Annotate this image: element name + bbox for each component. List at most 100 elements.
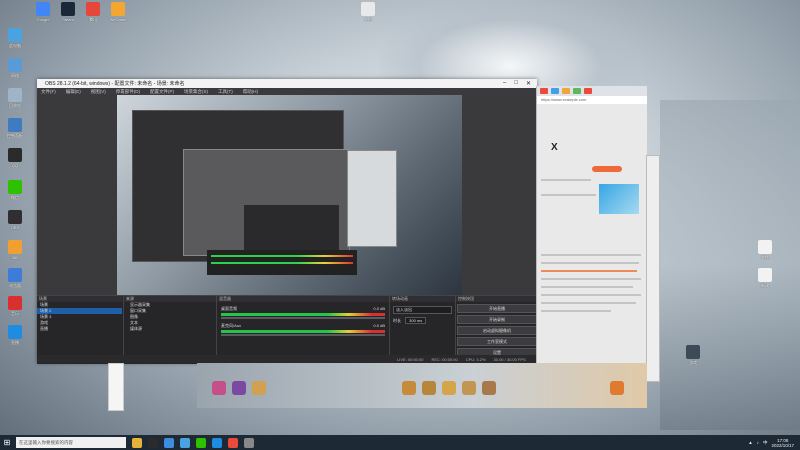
- windows-start-icon[interactable]: ⊞: [0, 435, 14, 450]
- maximize-icon[interactable]: □: [514, 80, 518, 87]
- close-icon[interactable]: ✕: [526, 80, 531, 87]
- app-taskbar-icon[interactable]: [244, 437, 254, 448]
- desktop-icon[interactable]: 控制面板: [2, 118, 28, 138]
- browser-taskbar-icon[interactable]: [164, 437, 174, 448]
- game-icon[interactable]: [482, 381, 496, 395]
- wechat-taskbar-icon[interactable]: [196, 437, 206, 448]
- menu-tools[interactable]: 工具(T): [218, 89, 233, 95]
- orange-button[interactable]: [592, 166, 622, 172]
- game-icon[interactable]: [402, 381, 416, 395]
- menu-edit[interactable]: 编辑(E): [66, 89, 81, 95]
- game-icon[interactable]: [442, 381, 456, 395]
- browser-window[interactable]: https://www.example.com X: [536, 86, 647, 408]
- game-icon[interactable]: [422, 381, 436, 395]
- desktop-icon[interactable]: 新建: [752, 268, 778, 288]
- desktop-icon-label: 浏览器: [9, 283, 21, 288]
- desktop-icon[interactable]: 游戏: [680, 345, 706, 365]
- game-icon[interactable]: [462, 381, 476, 395]
- browser-tab[interactable]: [551, 88, 559, 94]
- browser-tab[interactable]: [540, 88, 548, 94]
- menu-scene-collection[interactable]: 场景集合(S): [184, 89, 208, 95]
- volume-slider[interactable]: [221, 317, 385, 319]
- nested-preview: [183, 149, 350, 265]
- desktop-icon-label: 控制面板: [7, 133, 23, 138]
- start-recording-button[interactable]: 开始录制: [457, 315, 537, 324]
- duration-label: 时长: [393, 318, 401, 323]
- side-window[interactable]: [646, 155, 660, 382]
- desktop-icon[interactable]: OBS: [2, 210, 28, 230]
- text-line: [541, 270, 637, 272]
- game-icon[interactable]: [212, 381, 226, 395]
- desktop-icon[interactable]: 文档: [355, 2, 381, 22]
- app-taskbar-icon[interactable]: [212, 437, 222, 448]
- desktop-icon[interactable]: 文件: [752, 240, 778, 260]
- start-streaming-button[interactable]: 开始直播: [457, 304, 537, 313]
- volume-slider[interactable]: [221, 334, 385, 336]
- app-icon: [8, 28, 22, 42]
- desktop-icon[interactable]: WeGame: [105, 2, 131, 22]
- network-icon[interactable]: ▲: [748, 440, 752, 445]
- browser-tab[interactable]: [573, 88, 581, 94]
- desktop-icon[interactable]: 网络: [2, 58, 28, 78]
- transition-select[interactable]: 淡入淡出: [393, 306, 452, 314]
- desktop-icon[interactable]: 音乐: [2, 296, 28, 316]
- nested-obs-window: [132, 110, 350, 265]
- desktop-icon[interactable]: 腾讯: [80, 2, 106, 22]
- virtual-camera-button[interactable]: 启动虚拟摄像机: [457, 326, 537, 335]
- desktop-icon[interactable]: 浏览器: [2, 268, 28, 288]
- audio-meter: [221, 330, 385, 333]
- transitions-dock: 转场动画 淡入淡出 时长 300 ms: [389, 296, 455, 364]
- desktop-icon-label: Google: [36, 17, 50, 22]
- obs-taskbar-icon[interactable]: [148, 437, 158, 448]
- desktop-icon[interactable]: 微信: [2, 180, 28, 200]
- desktop-icon[interactable]: 此电脑: [2, 28, 28, 48]
- desktop-icon[interactable]: 回收站: [2, 88, 28, 108]
- menu-help[interactable]: 帮助(H): [243, 89, 258, 95]
- desktop-icon[interactable]: Steam: [55, 2, 81, 22]
- browser-tab[interactable]: [584, 88, 592, 94]
- studio-mode-button[interactable]: 工作室模式: [457, 337, 537, 346]
- game-icon[interactable]: [610, 381, 624, 395]
- browser-tab[interactable]: [562, 88, 570, 94]
- close-icon[interactable]: X: [551, 142, 558, 153]
- game-icon[interactable]: [232, 381, 246, 395]
- preview-canvas[interactable]: [117, 95, 462, 295]
- file-explorer-icon[interactable]: [132, 437, 142, 448]
- app-taskbar-icon[interactable]: [180, 437, 190, 448]
- game-icon[interactable]: [252, 381, 266, 395]
- desktop-icon-label: Steam: [62, 17, 74, 22]
- desktop-icon-label: 直播: [11, 340, 19, 345]
- volume-icon[interactable]: ♪: [757, 440, 759, 445]
- desktop-icon[interactable]: 直播: [2, 325, 28, 345]
- text-line: [541, 179, 591, 181]
- duration-input[interactable]: 300 ms: [405, 317, 427, 324]
- controls-dock-title: 控制按钮: [456, 296, 538, 302]
- clock[interactable]: 17:08 2022/10/17: [771, 438, 794, 448]
- app-icon: [8, 296, 22, 310]
- text-line: [541, 194, 596, 196]
- app-taskbar-icon[interactable]: [228, 437, 238, 448]
- menu-docks[interactable]: 停靠部件(D): [116, 89, 140, 95]
- desktop-icon[interactable]: Google: [30, 2, 56, 22]
- menu-profile[interactable]: 配置文件(P): [150, 89, 174, 95]
- scene-item[interactable]: 直播: [37, 326, 122, 332]
- obs-titlebar[interactable]: OBS 28.1.2 (64-bit, windows) - 配置文件: 未命名…: [37, 79, 537, 88]
- menu-view[interactable]: 视图(V): [91, 89, 106, 95]
- taskbar-search-input[interactable]: 在这里输入你要搜索的内容: [16, 437, 126, 448]
- desktop-icon[interactable]: 360: [2, 240, 28, 260]
- rec-status: REC: 00:00:00: [431, 356, 458, 362]
- obs-preview-area[interactable]: [37, 95, 537, 295]
- text-line: [541, 278, 641, 280]
- obs-window[interactable]: OBS 28.1.2 (64-bit, windows) - 配置文件: 未命名…: [37, 79, 538, 368]
- mixer-dock: 混音器 桌面音频 0.0 dB 麦克风/Aux 0.0 dB: [216, 296, 389, 364]
- app-icon: [86, 2, 100, 16]
- ime-indicator[interactable]: 中: [763, 440, 768, 446]
- obs-statusbar: LIVE: 00:00:00 REC: 00:00:00 CPU: 3.2% 3…: [37, 355, 537, 363]
- source-item[interactable]: 媒体源: [124, 326, 216, 332]
- desktop-icon-label: 新建: [761, 283, 769, 288]
- app-icon: [61, 2, 75, 16]
- menu-file[interactable]: 文件(F): [41, 89, 56, 95]
- desktop-icon[interactable]: QQ: [2, 148, 28, 168]
- minimize-icon[interactable]: –: [503, 80, 506, 87]
- notification-panel[interactable]: [108, 363, 124, 411]
